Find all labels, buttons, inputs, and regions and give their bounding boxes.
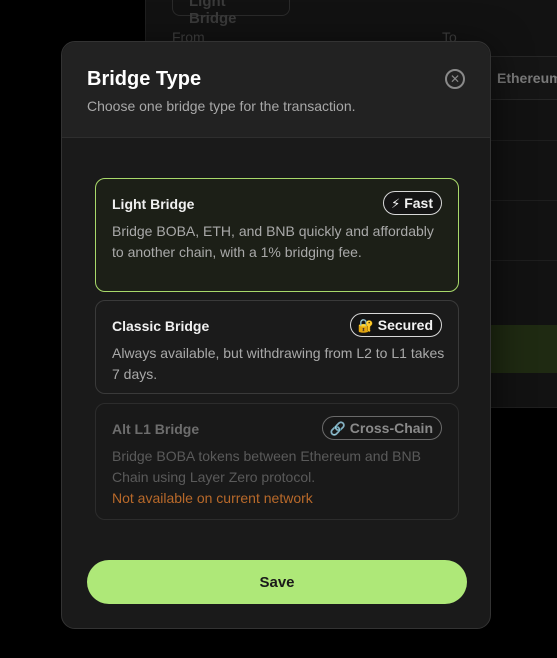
bridge-option-light-bridge[interactable]: Light Bridge ⚡ Fast Bridge BOBA, ETH, an… (95, 178, 459, 292)
link-icon: 🔗 (329, 420, 346, 436)
background-tab-light-bridge: Light Bridge (172, 0, 290, 27)
save-button[interactable]: Save (87, 560, 467, 604)
bridge-option-name: Classic Bridge (112, 318, 210, 334)
badge-label: Fast (404, 195, 433, 211)
bridge-option-classic-bridge[interactable]: Classic Bridge 🔐 Secured Always availabl… (95, 300, 459, 394)
cross-chain-badge: 🔗 Cross-Chain (321, 416, 442, 440)
bridge-option-alt-l1-bridge: Alt L1 Bridge 🔗 Cross-Chain Bridge BOBA … (95, 403, 459, 520)
badge-label: Cross-Chain (349, 420, 433, 436)
modal-subtitle: Choose one bridge type for the transacti… (87, 98, 356, 114)
background-action-button (490, 325, 557, 373)
bridge-option-name: Alt L1 Bridge (112, 421, 200, 437)
modal-title: Bridge Type (87, 68, 202, 90)
secured-badge: 🔐 Secured (349, 313, 442, 337)
unavailable-notice: Not available on current network (112, 490, 313, 506)
bridge-option-description: Bridge BOBA, ETH, and BNB quickly and af… (112, 223, 434, 260)
lightning-icon: ⚡ (391, 195, 401, 211)
background-network-name: Ethereum (497, 70, 557, 86)
fast-badge: ⚡ Fast (383, 191, 442, 215)
bridge-option-description: Always available, but withdrawing from L… (112, 345, 445, 382)
lock-icon: 🔐 (357, 317, 374, 333)
modal-header: Bridge Type Choose one bridge type for t… (62, 42, 490, 138)
bridge-type-modal: Bridge Type Choose one bridge type for t… (61, 41, 491, 629)
badge-label: Secured (377, 317, 433, 333)
bridge-option-name: Light Bridge (112, 196, 195, 212)
bridge-option-description: Bridge BOBA tokens between Ethereum and … (112, 448, 421, 485)
close-icon[interactable]: ✕ (445, 69, 465, 89)
